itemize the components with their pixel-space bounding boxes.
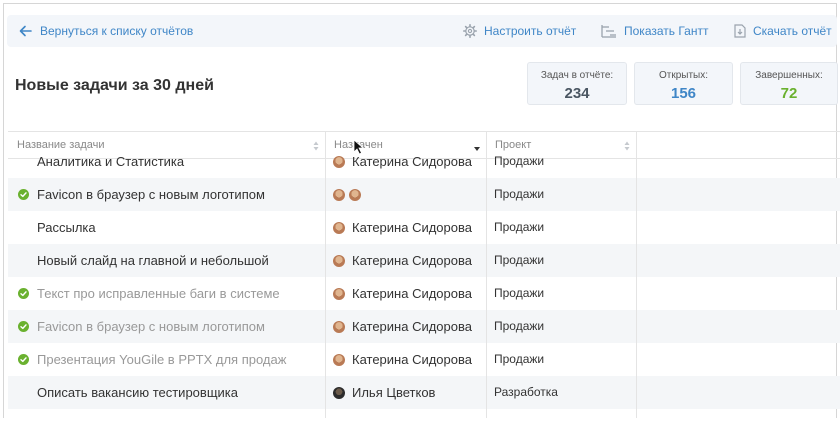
column-divider bbox=[636, 151, 637, 428]
mouse-cursor-icon bbox=[353, 139, 364, 155]
task-name[interactable]: Favicon в браузер с новым логотипом bbox=[37, 178, 327, 211]
task-project: Продажи bbox=[494, 220, 545, 234]
table-row[interactable]: Favicon в браузер с новым логотипом Катер… bbox=[8, 310, 840, 343]
column-divider bbox=[486, 131, 487, 151]
table-row[interactable]: Новый слайд на главной и небольшой Катери… bbox=[8, 244, 840, 277]
configure-report-label: Настроить отчёт bbox=[484, 24, 577, 38]
column-divider bbox=[325, 151, 326, 428]
task-assignee-name: Катерина Сидорова bbox=[352, 220, 472, 235]
column-divider bbox=[325, 131, 326, 151]
task-assignee-name: Катерина Сидорова bbox=[352, 253, 472, 268]
task-assignee[interactable]: Катерина Сидорова bbox=[333, 151, 493, 178]
stat-total-value: 234 bbox=[564, 85, 590, 102]
column-header-task-name-label: Название задачи bbox=[17, 139, 105, 151]
task-assignee-name: Илья Цветков bbox=[352, 385, 436, 400]
stat-total-label: Задач в отчёте: bbox=[540, 70, 614, 81]
gantt-icon bbox=[601, 25, 616, 38]
column-header-project-label: Проект bbox=[495, 139, 532, 151]
task-name[interactable]: Аналитика и Статистика bbox=[37, 151, 327, 178]
task-assignee-name: Катерина Сидорова bbox=[352, 154, 472, 169]
page-title: Новые задачи за 30 дней bbox=[15, 77, 214, 94]
check-circle-icon bbox=[18, 354, 29, 365]
table-body: Аналитика и Статистика Катерина Сидорова П… bbox=[8, 151, 840, 428]
task-project: Продажи bbox=[494, 319, 545, 333]
document-download-icon bbox=[734, 24, 746, 38]
task-name[interactable]: Презентация YouGile в PPTX для продаж bbox=[37, 343, 327, 376]
stat-completed-value: 72 bbox=[780, 85, 798, 102]
download-report-button[interactable]: Скачать отчёт bbox=[734, 15, 832, 47]
avatar bbox=[333, 386, 345, 399]
table-row[interactable]: Favicon в браузер с новым логотипом Прода… bbox=[8, 178, 840, 211]
stat-open-value: 156 bbox=[670, 85, 697, 102]
sort-arrows-icon[interactable] bbox=[313, 141, 319, 151]
column-divider bbox=[486, 151, 487, 428]
task-assignee[interactable]: Катерина Сидорова bbox=[333, 211, 493, 244]
task-name[interactable]: Описать вакансию тестировщика bbox=[37, 376, 327, 409]
table-row[interactable]: Описать вакансию тестировщика Илья Цветко… bbox=[8, 376, 840, 409]
avatar bbox=[333, 221, 345, 234]
stat-completed-label: Завершенных: bbox=[755, 70, 823, 81]
report-toolbar: Вернуться к списку отчётов Настроить отч… bbox=[7, 15, 837, 47]
sort-arrows-icon[interactable] bbox=[624, 141, 630, 151]
avatar bbox=[333, 155, 345, 168]
task-name[interactable]: Новый слайд на главной и небольшой bbox=[37, 244, 327, 277]
table-row[interactable]: Рассылка Катерина Сидорова Продажи bbox=[8, 211, 840, 244]
task-assignee-name: Катерина Сидорова bbox=[352, 352, 472, 367]
configure-report-button[interactable]: Настроить отчёт bbox=[463, 15, 576, 47]
stat-completed-tasks: Завершенных: 72 bbox=[740, 62, 838, 105]
arrow-left-icon bbox=[19, 25, 32, 37]
task-project: Продажи bbox=[494, 187, 545, 201]
task-assignee[interactable]: Катерина Сидорова bbox=[333, 244, 493, 277]
back-to-reports-label: Вернуться к списку отчётов bbox=[40, 24, 194, 38]
task-project: Продажи bbox=[494, 253, 545, 267]
task-assignee-name: Катерина Сидорова bbox=[352, 319, 472, 334]
task-assignee-name: Катерина Сидорова bbox=[352, 286, 472, 301]
avatar bbox=[333, 254, 345, 267]
task-project: Разработка bbox=[494, 385, 558, 399]
task-assignee[interactable]: Илья Цветков bbox=[333, 376, 493, 409]
task-name[interactable]: Текст про исправленные баги в системе bbox=[37, 277, 327, 310]
task-name[interactable]: Рассылка bbox=[37, 211, 327, 244]
task-project: Продажи bbox=[494, 154, 545, 168]
show-gantt-label: Показать Гантт bbox=[624, 24, 709, 38]
task-assignee[interactable] bbox=[333, 178, 493, 211]
table-row[interactable]: Аналитика и Статистика Катерина Сидорова П… bbox=[8, 151, 840, 178]
task-assignee[interactable]: Катерина Сидорова bbox=[333, 310, 493, 343]
task-assignee[interactable]: Катерина Сидорова bbox=[333, 343, 493, 376]
check-circle-icon bbox=[18, 189, 29, 200]
check-circle-icon bbox=[18, 288, 29, 299]
avatar bbox=[333, 353, 345, 366]
table-row[interactable]: Текст про исправленные баги в системе Кат… bbox=[8, 277, 840, 310]
stat-open-label: Открытых: bbox=[658, 70, 709, 81]
task-name[interactable]: Favicon в браузер с новым логотипом bbox=[37, 310, 327, 343]
stat-total-tasks: Задач в отчёте: 234 bbox=[527, 62, 627, 105]
avatar bbox=[333, 188, 345, 201]
back-to-reports-link[interactable]: Вернуться к списку отчётов bbox=[19, 15, 193, 47]
gear-icon bbox=[463, 24, 477, 38]
bottom-edge bbox=[0, 418, 840, 428]
download-report-label: Скачать отчёт bbox=[753, 24, 832, 38]
task-project: Продажи bbox=[494, 352, 545, 366]
avatar bbox=[333, 320, 345, 333]
show-gantt-button[interactable]: Показать Гантт bbox=[601, 15, 708, 47]
avatar bbox=[349, 188, 361, 201]
table-row[interactable]: Презентация YouGile в PPTX для продаж Кат… bbox=[8, 343, 840, 376]
avatar bbox=[333, 287, 345, 300]
column-divider bbox=[636, 131, 637, 151]
check-circle-icon bbox=[18, 321, 29, 332]
task-project: Продажи bbox=[494, 286, 545, 300]
stat-open-tasks: Открытых: 156 bbox=[634, 62, 733, 105]
task-assignee[interactable]: Катерина Сидорова bbox=[333, 277, 493, 310]
table-body-viewport[interactable]: Аналитика и Статистика Катерина Сидорова П… bbox=[0, 151, 840, 428]
